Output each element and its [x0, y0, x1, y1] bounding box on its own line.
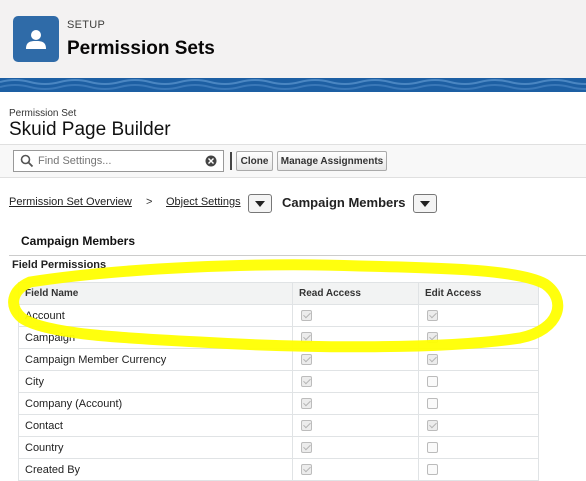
- table-row: Campaign Member Currency: [18, 348, 539, 371]
- edit-access-cell: [418, 414, 539, 437]
- toolbar-divider: [230, 152, 232, 170]
- column-header-edit-access: Edit Access: [418, 282, 539, 305]
- edit-access-cell: [418, 370, 539, 393]
- read-access-cell: [292, 436, 419, 459]
- edit-access-cell: [418, 458, 539, 481]
- field-name-cell: Country: [18, 436, 293, 459]
- table-row: Contact: [18, 414, 539, 437]
- column-header-field-name: Field Name: [18, 282, 293, 305]
- edit-access-cell: [418, 348, 539, 371]
- table-row: Campaign: [18, 326, 539, 349]
- table-row: City: [18, 370, 539, 393]
- manage-assignments-button[interactable]: Manage Assignments: [277, 151, 387, 171]
- read-access-checkbox[interactable]: [301, 332, 312, 344]
- field-name-cell: Created By: [18, 458, 293, 481]
- permission-set-name: Skuid Page Builder: [9, 119, 171, 140]
- read-access-cell: [292, 392, 419, 415]
- edit-access-checkbox[interactable]: [427, 398, 438, 410]
- read-access-cell: [292, 414, 419, 437]
- search-icon: [20, 154, 34, 168]
- field-name-cell: Contact: [18, 414, 293, 437]
- field-permissions-title: Field Permissions: [12, 259, 107, 271]
- read-access-checkbox[interactable]: [301, 310, 312, 322]
- edit-access-checkbox[interactable]: [427, 442, 438, 454]
- edit-access-cell: [418, 392, 539, 415]
- read-access-checkbox[interactable]: [301, 376, 312, 388]
- read-access-checkbox[interactable]: [301, 420, 312, 432]
- header-eyebrow: SETUP: [67, 19, 106, 31]
- clear-search-icon[interactable]: [205, 155, 217, 167]
- field-name-cell: Campaign Member Currency: [18, 348, 293, 371]
- chevron-down-icon: [420, 200, 430, 207]
- edit-access-checkbox[interactable]: [427, 354, 438, 366]
- table-row: Country: [18, 436, 539, 459]
- read-access-cell: [292, 326, 419, 349]
- field-name-cell: Company (Account): [18, 392, 293, 415]
- edit-access-cell: [418, 436, 539, 459]
- banner-strip: [0, 78, 586, 92]
- table-row: Company (Account): [18, 392, 539, 415]
- clone-button[interactable]: Clone: [236, 151, 273, 171]
- field-name-cell: City: [18, 370, 293, 393]
- column-header-read-access: Read Access: [292, 282, 419, 305]
- read-access-checkbox[interactable]: [301, 354, 312, 366]
- edit-access-cell: [418, 304, 539, 327]
- user-icon: [13, 16, 59, 62]
- search-box[interactable]: [13, 150, 224, 172]
- object-settings-dropdown[interactable]: [248, 194, 272, 213]
- field-name-cell: Account: [18, 304, 293, 327]
- table-row: Account: [18, 304, 539, 327]
- read-access-checkbox[interactable]: [301, 442, 312, 454]
- permission-set-label: Permission Set: [9, 108, 77, 119]
- table-header-row: Field Name Read Access Edit Access: [18, 282, 539, 305]
- breadcrumb-current: Campaign Members: [282, 195, 406, 210]
- edit-access-checkbox[interactable]: [427, 376, 438, 388]
- breadcrumb-separator: >: [146, 196, 153, 208]
- read-access-cell: [292, 304, 419, 327]
- read-access-cell: [292, 370, 419, 393]
- read-access-cell: [292, 458, 419, 481]
- section-divider: [9, 255, 586, 256]
- breadcrumb-overview-link[interactable]: Permission Set Overview: [9, 196, 132, 208]
- edit-access-cell: [418, 326, 539, 349]
- section-title: Campaign Members: [21, 234, 136, 248]
- edit-access-checkbox[interactable]: [427, 332, 438, 344]
- page-header: SETUP Permission Sets: [0, 0, 586, 78]
- chevron-down-icon: [255, 200, 265, 207]
- page-title: Permission Sets: [67, 38, 215, 59]
- edit-access-checkbox[interactable]: [427, 310, 438, 322]
- edit-access-checkbox[interactable]: [427, 420, 438, 432]
- search-input[interactable]: [38, 155, 198, 167]
- field-permissions-table: Field Name Read Access Edit Access Accou…: [18, 282, 539, 481]
- campaign-members-dropdown[interactable]: [413, 194, 437, 213]
- breadcrumb-object-settings-link[interactable]: Object Settings: [166, 196, 241, 208]
- read-access-checkbox[interactable]: [301, 464, 312, 476]
- read-access-checkbox[interactable]: [301, 398, 312, 410]
- field-name-cell: Campaign: [18, 326, 293, 349]
- table-row: Created By: [18, 458, 539, 481]
- read-access-cell: [292, 348, 419, 371]
- edit-access-checkbox[interactable]: [427, 464, 438, 476]
